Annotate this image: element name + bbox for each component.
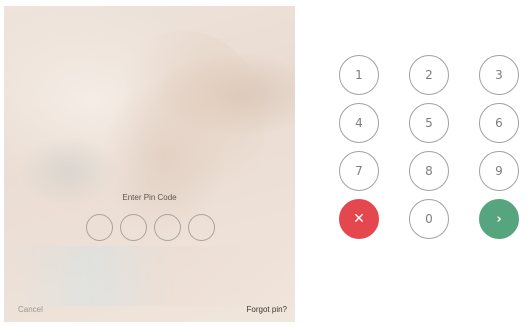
pin-dot-4: [188, 214, 215, 241]
key-5[interactable]: 5: [409, 103, 449, 143]
key-9[interactable]: 9: [479, 151, 519, 191]
key-7[interactable]: 7: [339, 151, 379, 191]
pin-dot-1: [86, 214, 113, 241]
chevron-right-icon: ›: [496, 211, 502, 227]
key-6[interactable]: 6: [479, 103, 519, 143]
cancel-link[interactable]: Cancel: [18, 305, 43, 314]
pin-indicator: [86, 214, 215, 241]
pin-dot-3: [154, 214, 181, 241]
close-icon: ✕: [353, 211, 365, 227]
key-1[interactable]: 1: [339, 55, 379, 95]
submit-button[interactable]: ›: [479, 199, 519, 239]
key-8[interactable]: 8: [409, 151, 449, 191]
forgot-pin-link[interactable]: Forgot pin?: [247, 305, 287, 314]
pin-dot-2: [120, 214, 147, 241]
key-2[interactable]: 2: [409, 55, 449, 95]
key-4[interactable]: 4: [339, 103, 379, 143]
pin-entry-panel: Enter Pin Code Cancel Forgot pin?: [4, 6, 295, 322]
clear-button[interactable]: ✕: [339, 199, 379, 239]
key-0[interactable]: 0: [409, 199, 449, 239]
key-3[interactable]: 3: [479, 55, 519, 95]
numeric-keypad: 1 2 3 4 5 6 7 8 9 ✕ 0 ›: [339, 55, 519, 239]
pin-prompt-label: Enter Pin Code: [122, 193, 177, 202]
